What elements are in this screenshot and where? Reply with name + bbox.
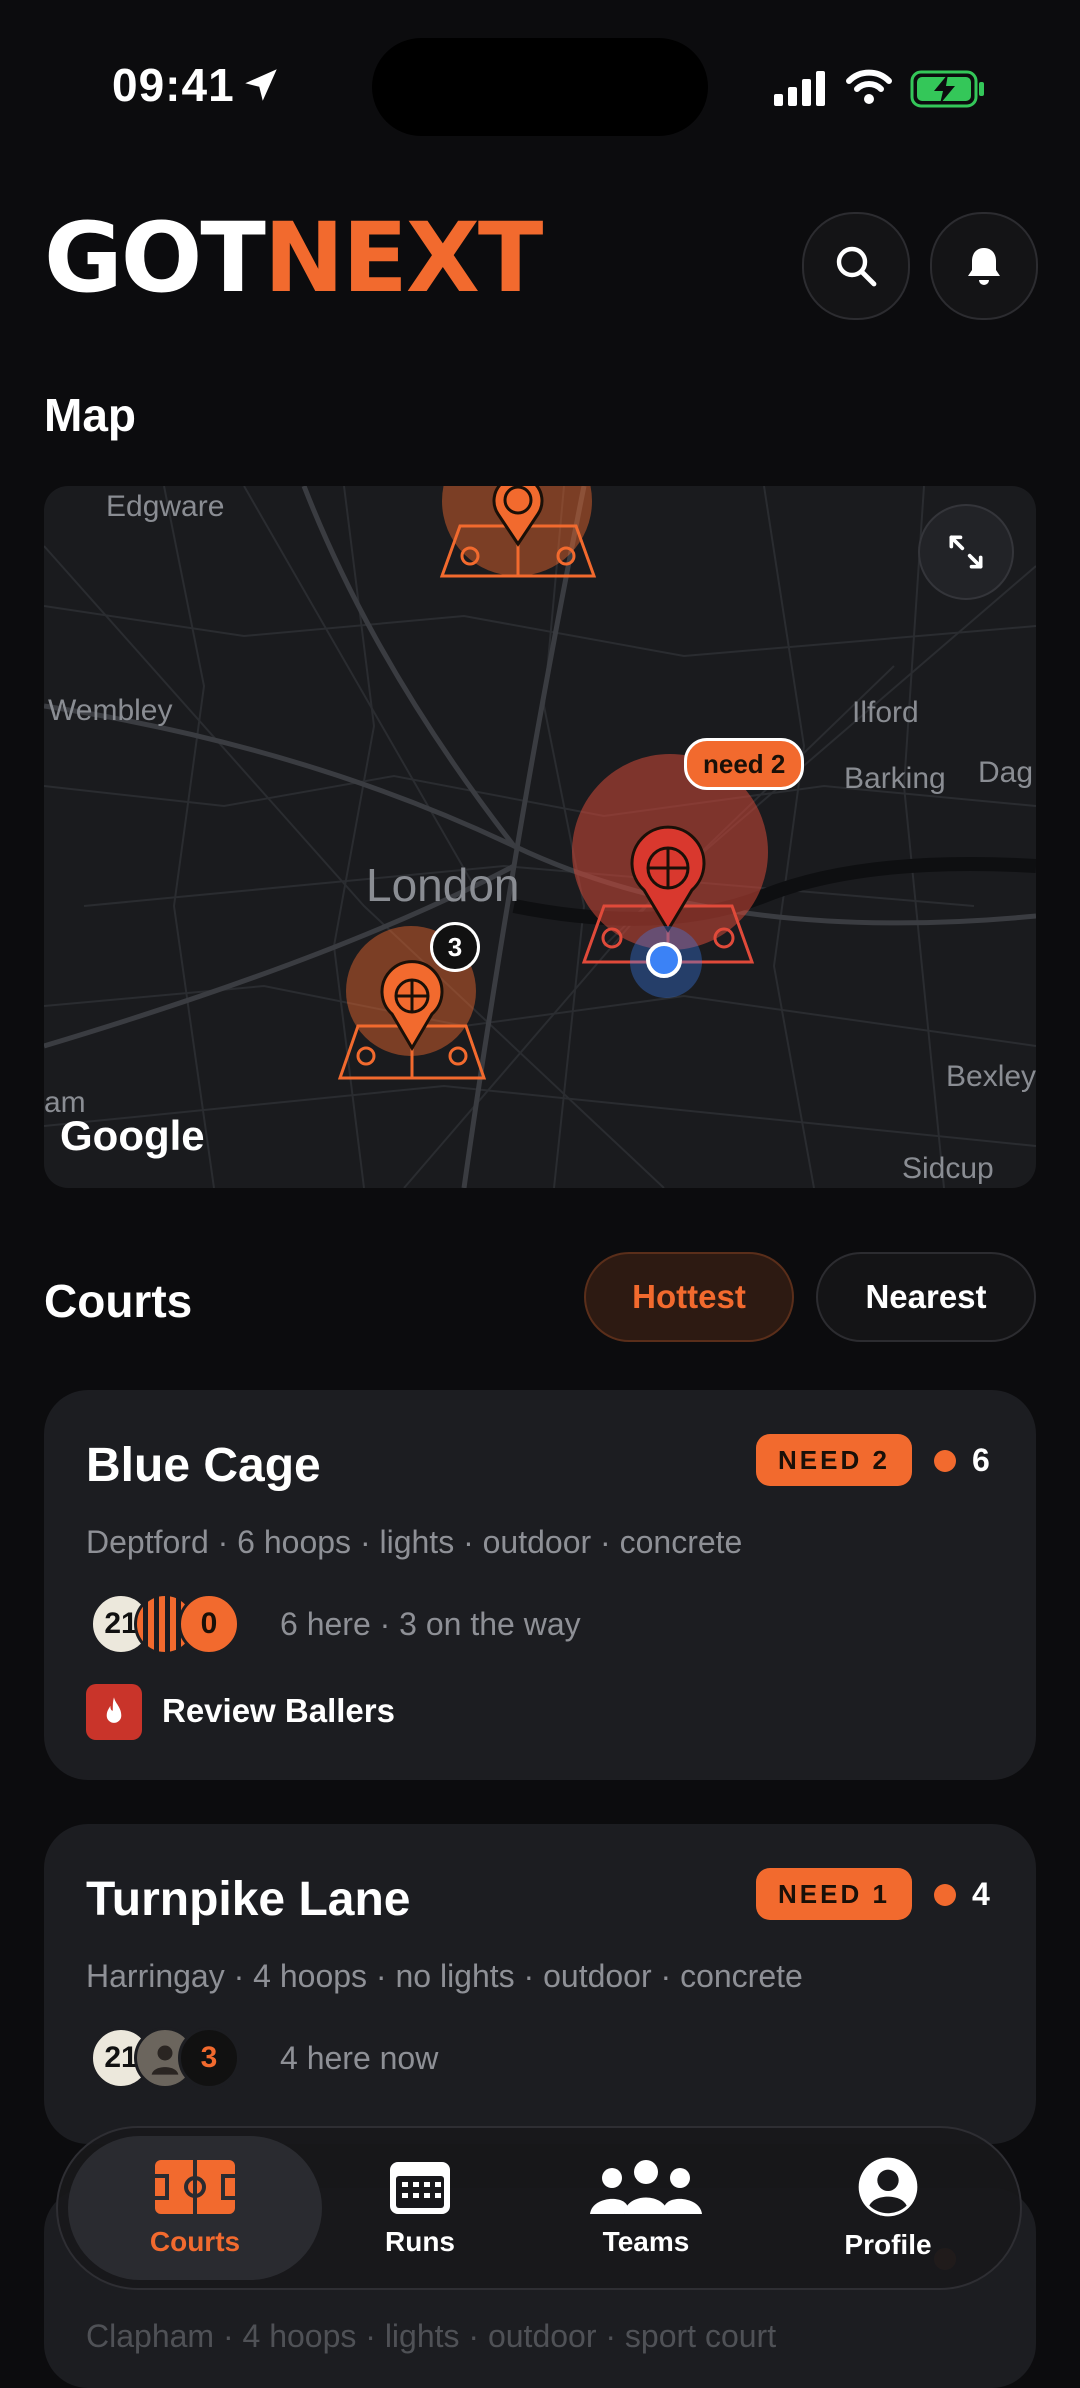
presence-text: 6 here · 3 on the way (280, 1606, 581, 1642)
battery-charging-icon (910, 70, 984, 108)
need-badge: NEED 2 (756, 1434, 912, 1486)
nav-label: Profile (844, 2229, 932, 2260)
map-label-bexley: Bexley (946, 1060, 1036, 1093)
nav-item-profile[interactable]: Profile (818, 2128, 958, 2288)
wifi-icon (846, 69, 892, 104)
sort-nearest-pill[interactable]: Nearest (816, 1252, 1036, 1342)
hot-count: 6 (972, 1442, 990, 1478)
map-label-edgware: Edgware (106, 490, 225, 523)
court-pin-icon[interactable] (328, 956, 496, 1086)
search-button[interactable] (802, 212, 910, 320)
dynamic-island (372, 38, 708, 136)
status-time: 09:41 (112, 59, 235, 111)
map-label-london: London (366, 859, 520, 911)
court-icon (155, 2160, 235, 2214)
court-card[interactable]: Turnpike Lane NEED 1 4 Harringay · 4 hoo… (44, 1824, 1036, 2144)
avatar: 0 (178, 1593, 240, 1655)
court-pin-icon[interactable] (430, 486, 606, 586)
court-meta: Clapham · 4 hoops · lights · outdoor · s… (86, 2318, 777, 2354)
map-label-barking: Barking (844, 762, 946, 795)
map-label-ilford: Ilford (852, 696, 919, 729)
map-label-wembley: Wembley (48, 694, 173, 727)
court-card[interactable]: Blue Cage NEED 2 6 Deptford · 6 hoops · … (44, 1390, 1036, 1780)
nav-label: Teams (602, 2226, 690, 2257)
presence-text: 4 here now (280, 2040, 439, 2076)
hot-dot (934, 1450, 956, 1472)
search-icon (836, 246, 877, 287)
user-location-dot (646, 942, 682, 978)
notifications-button[interactable] (930, 212, 1038, 320)
bell-icon (968, 248, 1000, 285)
logo-next: NEXT (263, 202, 543, 314)
nav-item-teams[interactable]: Teams (576, 2128, 716, 2288)
map-view[interactable]: Edgware Wembley Ilford Barking Dag Londo… (44, 486, 1036, 1188)
need-callout: need 2 (684, 738, 805, 790)
expand-icon (949, 535, 983, 569)
map-section-title: Map (44, 389, 136, 441)
google-logo: Google (60, 1112, 205, 1159)
calendar-icon (390, 2162, 450, 2214)
tag-icon-badge (86, 1684, 142, 1740)
sort-hottest-pill[interactable]: Hottest (584, 1252, 794, 1342)
app-logo: GOTNEXT (44, 210, 543, 306)
tag-label: Review Ballers (162, 1692, 395, 1729)
signal-icon (774, 71, 825, 106)
courts-section-title: Courts (44, 1275, 193, 1327)
hot-count: 4 (972, 1876, 990, 1912)
location-arrow-icon (245, 69, 277, 101)
need-badge: NEED 1 (756, 1868, 912, 1920)
map-label-dag: Dag (978, 756, 1034, 789)
nav-label: Courts (149, 2226, 241, 2257)
bottom-nav: Courts Runs Teams Profile (56, 2126, 1022, 2290)
map-label-sidcup: Sidcup (902, 1152, 994, 1185)
court-meta: Harringay · 4 hoops · no lights · outdoo… (86, 1958, 803, 1994)
court-name: Turnpike Lane (86, 1873, 411, 1926)
court-meta: Deptford · 6 hoops · lights · outdoor · … (86, 1524, 743, 1560)
nav-label: Runs (385, 2226, 455, 2257)
nav-item-runs[interactable]: Runs (350, 2128, 490, 2288)
person-icon (858, 2157, 918, 2217)
map-roads (44, 486, 1036, 1188)
avatar: 3 (178, 2027, 240, 2089)
hot-dot (934, 1884, 956, 1906)
flame-icon (106, 1697, 122, 1723)
cluster-count-badge: 3 (430, 922, 480, 972)
nav-item-courts[interactable]: Courts (68, 2128, 322, 2288)
expand-map-button[interactable] (918, 504, 1014, 600)
logo-got: GOT (44, 202, 266, 314)
court-name: Blue Cage (86, 1439, 321, 1492)
people-icon (590, 2160, 702, 2214)
